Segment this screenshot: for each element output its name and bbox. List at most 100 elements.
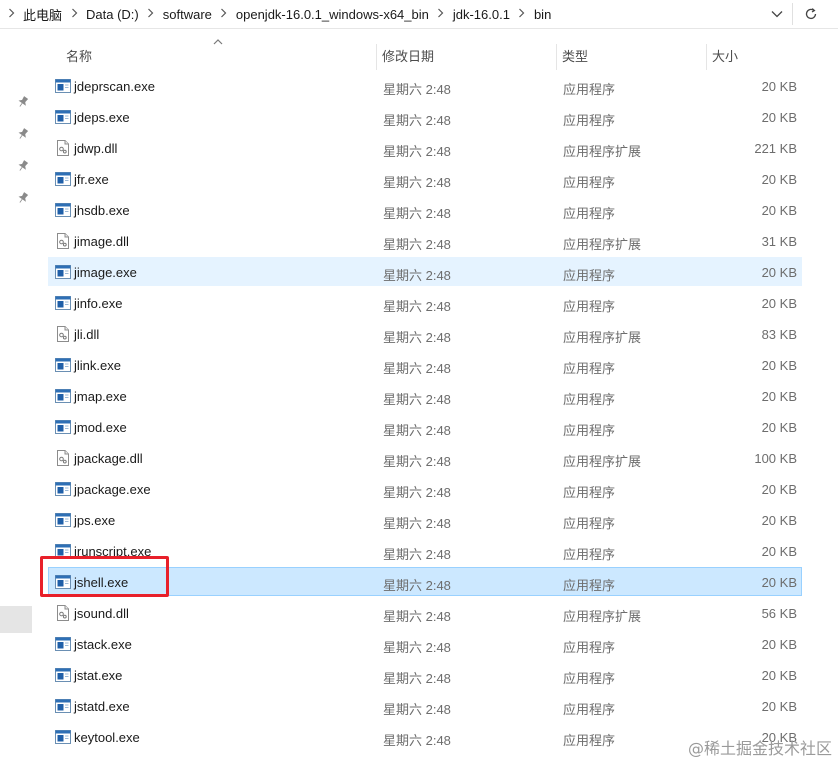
pin-icon[interactable] (17, 160, 29, 172)
file-modified-date: 星期六 2:48 (383, 268, 451, 283)
breadcrumb-item[interactable]: jdk-16.0.1 (452, 7, 511, 22)
column-divider[interactable] (556, 44, 557, 70)
file-row[interactable]: jimage.dll 星期六 2:48 应用程序扩展 31 KB (48, 226, 802, 255)
file-row[interactable]: jstack.exe 星期六 2:48 应用程序 20 KB (48, 629, 802, 658)
file-size: 20 KB (761, 513, 797, 528)
file-name: keytool.exe (74, 730, 140, 745)
column-header-date-label: 修改日期 (382, 48, 435, 64)
chevron-right-icon[interactable] (430, 8, 452, 21)
file-row[interactable]: jmod.exe 星期六 2:48 应用程序 20 KB (48, 412, 802, 441)
breadcrumb-item[interactable]: openjdk-16.0.1_windows-x64_bin (235, 7, 430, 22)
address-bar[interactable]: 此电脑 Data (D:) software openjdk-16.0.1_windo… (0, 0, 838, 29)
watermark: @稀土掘金技术社区 (687, 739, 832, 758)
file-row[interactable]: jstatd.exe 星期六 2:48 应用程序 20 KB (48, 691, 802, 720)
file-row[interactable]: jfr.exe 星期六 2:48 应用程序 20 KB (48, 164, 802, 193)
breadcrumb-item[interactable]: 此电脑 (22, 5, 63, 24)
column-divider[interactable] (706, 44, 707, 70)
file-type: 应用程序 (563, 206, 616, 221)
file-row[interactable]: jdeprscan.exe 星期六 2:48 应用程序 20 KB (48, 71, 802, 100)
file-size: 56 KB (761, 606, 797, 621)
exe-file-icon (55, 698, 71, 714)
file-type: 应用程序 (563, 671, 616, 686)
file-size: 221 KB (754, 141, 797, 156)
file-size: 20 KB (761, 482, 797, 497)
file-row[interactable]: jinfo.exe 星期六 2:48 应用程序 20 KB (48, 288, 802, 317)
chevron-right-icon[interactable] (140, 8, 162, 21)
file-name: jli.dll (74, 327, 100, 342)
file-name: jdwp.dll (74, 141, 118, 156)
file-type: 应用程序扩展 (563, 330, 642, 345)
file-row[interactable]: jli.dll 星期六 2:48 应用程序扩展 83 KB (48, 319, 802, 348)
file-size: 83 KB (761, 327, 797, 342)
dll-file-icon (55, 450, 71, 466)
exe-file-icon (55, 171, 71, 187)
refresh-button[interactable] (798, 2, 824, 26)
exe-file-icon (55, 636, 71, 652)
file-name: jfr.exe (74, 172, 109, 187)
file-modified-date: 星期六 2:48 (383, 578, 451, 593)
breadcrumb-item[interactable]: software (162, 7, 213, 22)
file-modified-date: 星期六 2:48 (383, 516, 451, 531)
breadcrumb-item[interactable]: bin (533, 7, 552, 22)
file-name: jstack.exe (74, 637, 132, 652)
file-modified-date: 星期六 2:48 (383, 702, 451, 717)
file-type: 应用程序 (563, 361, 616, 376)
file-row[interactable]: jhsdb.exe 星期六 2:48 应用程序 20 KB (48, 195, 802, 224)
file-size: 20 KB (761, 358, 797, 373)
chevron-right-icon[interactable] (0, 8, 22, 21)
breadcrumb-item[interactable]: Data (D:) (85, 7, 140, 22)
pin-icon[interactable] (17, 128, 29, 140)
navigation-pane (0, 29, 40, 762)
file-row[interactable]: jdeps.exe 星期六 2:48 应用程序 20 KB (48, 102, 802, 131)
dll-file-icon (55, 326, 71, 342)
address-history-dropdown[interactable] (764, 2, 790, 26)
chevron-right-icon[interactable] (63, 8, 85, 21)
exe-file-icon (55, 202, 71, 218)
file-modified-date: 星期六 2:48 (383, 733, 451, 748)
file-size: 20 KB (761, 544, 797, 559)
nav-item-selected[interactable] (0, 606, 32, 633)
column-header-date[interactable]: 修改日期 (382, 40, 556, 70)
file-row[interactable]: jps.exe 星期六 2:48 应用程序 20 KB (48, 505, 802, 534)
file-row[interactable]: jimage.exe 星期六 2:48 应用程序 20 KB (48, 257, 802, 286)
file-name: jrunscript.exe (74, 544, 152, 559)
chevron-right-icon[interactable] (511, 8, 533, 21)
file-row[interactable]: jmap.exe 星期六 2:48 应用程序 20 KB (48, 381, 802, 410)
file-modified-date: 星期六 2:48 (383, 392, 451, 407)
file-modified-date: 星期六 2:48 (383, 144, 451, 159)
column-header-type[interactable]: 类型 (562, 40, 706, 70)
exe-file-icon (55, 78, 71, 94)
chevron-right-icon[interactable] (213, 8, 235, 21)
column-header-size[interactable]: 大小 (712, 40, 804, 70)
exe-file-icon (55, 388, 71, 404)
file-row[interactable]: jshell.exe 星期六 2:48 应用程序 20 KB (48, 567, 802, 596)
file-name: jlink.exe (74, 358, 121, 373)
file-name: jimage.exe (74, 265, 137, 280)
file-size: 20 KB (761, 575, 797, 590)
file-row[interactable]: jdwp.dll 星期六 2:48 应用程序扩展 221 KB (48, 133, 802, 162)
column-divider[interactable] (376, 44, 377, 70)
file-size: 20 KB (761, 172, 797, 187)
file-name: jsound.dll (74, 606, 129, 621)
file-modified-date: 星期六 2:48 (383, 640, 451, 655)
file-size: 20 KB (761, 389, 797, 404)
pin-icon[interactable] (17, 96, 29, 108)
chevron-down-icon (771, 11, 783, 18)
file-type: 应用程序扩展 (563, 237, 642, 252)
file-list: jdeprscan.exe 星期六 2:48 应用程序 20 KB jdeps.exe 星… (48, 70, 804, 762)
file-name: jstatd.exe (74, 699, 130, 714)
file-row[interactable]: jrunscript.exe 星期六 2:48 应用程序 20 KB (48, 536, 802, 565)
file-name: jpackage.exe (74, 482, 151, 497)
file-row[interactable]: jstat.exe 星期六 2:48 应用程序 20 KB (48, 660, 802, 689)
pin-icon[interactable] (17, 192, 29, 204)
file-row[interactable]: jpackage.exe 星期六 2:48 应用程序 20 KB (48, 474, 802, 503)
file-type: 应用程序 (563, 733, 616, 748)
file-name: jshell.exe (74, 575, 129, 590)
file-modified-date: 星期六 2:48 (383, 361, 451, 376)
file-size: 31 KB (761, 234, 797, 249)
file-modified-date: 星期六 2:48 (383, 82, 451, 97)
file-row[interactable]: jpackage.dll 星期六 2:48 应用程序扩展 100 KB (48, 443, 802, 472)
file-row[interactable]: jsound.dll 星期六 2:48 应用程序扩展 56 KB (48, 598, 802, 627)
file-row[interactable]: jlink.exe 星期六 2:48 应用程序 20 KB (48, 350, 802, 379)
file-name: jimage.dll (74, 234, 129, 249)
